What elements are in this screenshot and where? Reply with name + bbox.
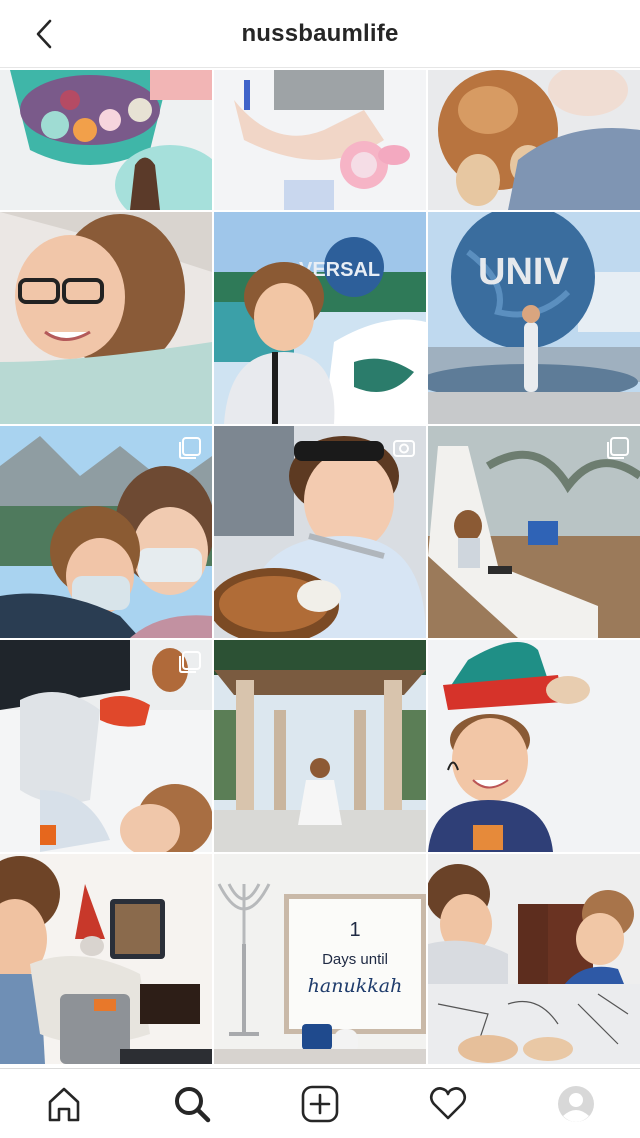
- multiple-photos-icon: [179, 651, 201, 673]
- activity-heart-icon: [429, 1086, 467, 1119]
- kids-coloring-table-photo: [428, 854, 640, 1064]
- top-app-bar: nussbaumlife: [0, 0, 640, 68]
- nav-profile-button[interactable]: [546, 1074, 606, 1134]
- profile-avatar-icon: [558, 1085, 594, 1122]
- search-icon: [175, 1086, 211, 1122]
- post-thumbnail[interactable]: [214, 70, 426, 210]
- girl-laptop-gnome-photo: [0, 854, 212, 1064]
- nav-search-button[interactable]: [162, 1074, 222, 1134]
- elf-hat-boy-photo: [428, 640, 640, 852]
- post-thumbnail[interactable]: [0, 212, 212, 424]
- selfie-woman-glasses-photo: [0, 212, 212, 424]
- nav-new-post-button[interactable]: [290, 1074, 350, 1134]
- svg-text:1: 1: [349, 919, 360, 941]
- svg-text:hanukkah: hanukkah: [308, 975, 403, 997]
- bottom-navigation: [0, 1068, 640, 1138]
- hanukkah-countdown-photo: 1 Days until hanukkah: [214, 854, 426, 1064]
- universal-globe-photo: UNIV: [428, 212, 640, 424]
- post-thumbnail[interactable]: [0, 70, 212, 210]
- teddy-bear-photo: [428, 70, 640, 210]
- post-thumbnail[interactable]: [428, 426, 640, 638]
- post-thumbnail[interactable]: [428, 640, 640, 852]
- nav-home-button[interactable]: [34, 1074, 94, 1134]
- post-thumbnail[interactable]: [214, 640, 426, 852]
- gazebo-girl-photo: [214, 640, 426, 852]
- post-thumbnail[interactable]: [0, 854, 212, 1064]
- new-post-icon: [301, 1085, 339, 1122]
- post-thumbnail[interactable]: VERSAL: [214, 212, 426, 424]
- post-thumbnail[interactable]: [0, 426, 212, 638]
- multiple-photos-icon: [607, 437, 629, 459]
- post-grid: VERSAL UNIV 1 Days until hanukkah: [0, 70, 640, 1068]
- easter-basket-photo: [0, 70, 212, 210]
- kid-crafting-photo: [214, 70, 426, 210]
- post-thumbnail[interactable]: [214, 426, 426, 638]
- multiple-photos-icon: [179, 437, 201, 459]
- post-thumbnail[interactable]: 1 Days until hanukkah: [214, 854, 426, 1064]
- svg-text:UNIV: UNIV: [478, 251, 569, 293]
- home-icon: [48, 1087, 80, 1121]
- svg-text:Days until: Days until: [322, 951, 388, 968]
- post-thumbnail[interactable]: UNIV: [428, 212, 640, 424]
- post-thumbnail[interactable]: [0, 640, 212, 852]
- post-thumbnail[interactable]: [428, 70, 640, 210]
- profile-username: nussbaumlife: [241, 20, 399, 47]
- video-camera-icon: [393, 440, 415, 457]
- nav-activity-button[interactable]: [418, 1074, 478, 1134]
- universal-globe-girl-photo: VERSAL: [214, 212, 426, 424]
- post-thumbnail[interactable]: [428, 854, 640, 1064]
